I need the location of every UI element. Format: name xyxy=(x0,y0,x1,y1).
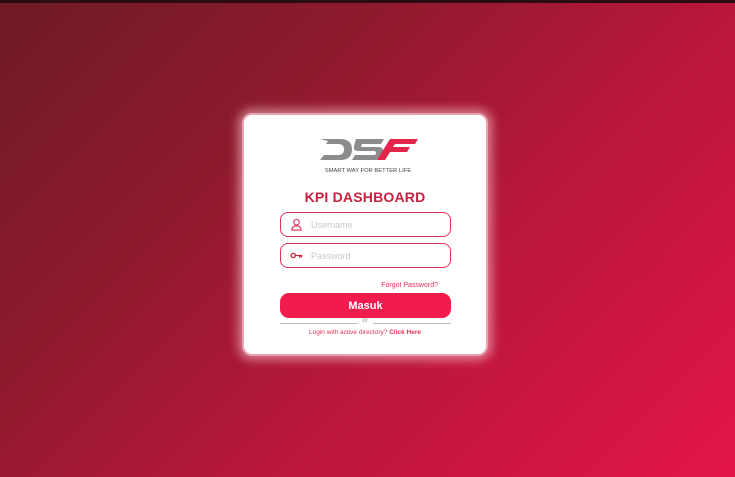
active-directory-prompt: Login with active directory? xyxy=(308,329,388,336)
login-button[interactable]: Masuk xyxy=(280,293,451,318)
page-title: KPI DASHBOARD xyxy=(304,189,426,205)
password-field[interactable] xyxy=(280,243,451,268)
password-input[interactable] xyxy=(311,247,441,264)
user-icon xyxy=(291,218,302,231)
top-bar xyxy=(0,0,735,3)
username-field[interactable] xyxy=(280,212,451,237)
active-directory-link[interactable]: Click Here xyxy=(389,329,421,336)
key-icon xyxy=(290,252,303,259)
or-label: or xyxy=(362,318,368,324)
active-directory-row: Login with active directory? Click Here xyxy=(244,329,486,336)
username-input[interactable] xyxy=(311,216,441,233)
dsf-logo: SMART WAY FOR BETTER LIFE xyxy=(320,139,418,174)
login-card: SMART WAY FOR BETTER LIFE KPI DASHBOARD … xyxy=(242,113,488,356)
forgot-password-link[interactable]: Forgot Password? xyxy=(381,282,438,289)
svg-text:SMART WAY FOR BETTER LIFE: SMART WAY FOR BETTER LIFE xyxy=(325,168,411,174)
